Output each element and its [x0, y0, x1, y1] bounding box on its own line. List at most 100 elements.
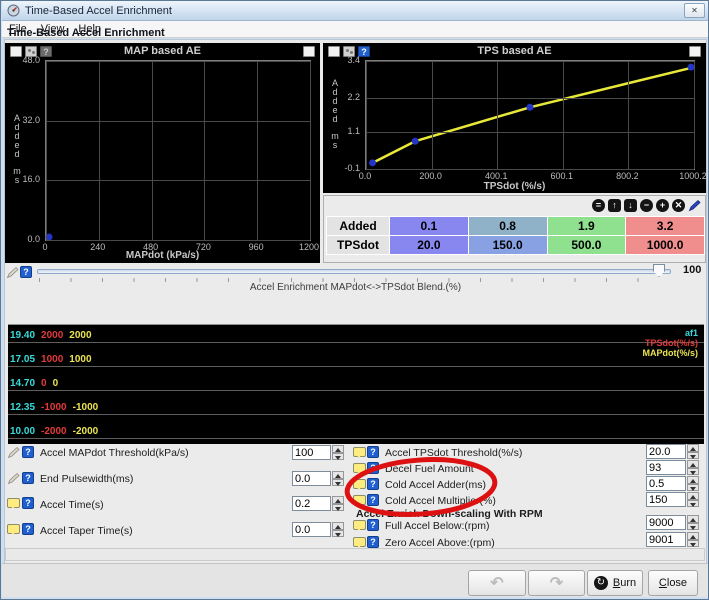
pencil-icon [7, 446, 20, 459]
help-icon[interactable]: ? [20, 266, 32, 278]
comment-bubble-icon [7, 498, 20, 508]
spinner[interactable] [687, 532, 699, 547]
help-icon[interactable]: ? [367, 478, 379, 490]
clear-icon[interactable]: ✕ [672, 199, 685, 212]
field-label: Accel TPSdot Threshold(%/s) [385, 447, 522, 459]
accel-taper-time-input[interactable] [292, 522, 331, 537]
chart-detach-icon[interactable] [303, 46, 315, 57]
accel-time-input[interactable] [292, 496, 331, 511]
blend-slider-track[interactable] [37, 269, 671, 274]
bin-cell[interactable]: 0.8 [469, 217, 547, 235]
rpm-scaling-header: Accel Enrich Down-scaling With RPM [356, 508, 543, 520]
spinner[interactable] [332, 445, 344, 460]
help-icon[interactable]: ? [367, 462, 379, 474]
graph-legend-af1: af1 [685, 328, 698, 338]
live-graph: 19.4020002000 17.0510001000 14.7000 12.3… [8, 324, 704, 444]
blend-slider-value: 100 [683, 264, 701, 276]
help-icon[interactable]: ? [367, 519, 379, 531]
end-pulsewidth-input[interactable] [292, 471, 331, 486]
bin-cell[interactable]: 3.2 [626, 217, 704, 235]
help-icon[interactable]: ? [22, 472, 34, 484]
plot-area[interactable] [365, 60, 695, 170]
pencil-icon [7, 472, 20, 485]
cold-accel-multiplier-input[interactable] [646, 492, 686, 507]
field-label: Accel Taper Time(s) [40, 525, 133, 537]
close-window-button[interactable]: ✕ [684, 3, 705, 18]
comment-bubble-icon [353, 463, 366, 473]
panel-caption: Time-Based Accel Enrichment [7, 27, 165, 39]
comment-bubble-icon [7, 524, 20, 534]
field-label: Accel MAPdot Threshold(kPa/s) [40, 447, 189, 459]
spinner[interactable] [332, 496, 344, 511]
blend-slider-label: Accel Enrichment MAPdot<->TPSdot Blend.(… [1, 282, 709, 293]
comment-bubble-icon [353, 479, 366, 489]
chart-title: MAP based AE [5, 45, 320, 57]
redo-icon: ↷ [550, 573, 563, 593]
field-label: Accel Time(s) [40, 499, 104, 511]
spinner[interactable] [332, 522, 344, 537]
field-label: End Pulsewidth(ms) [40, 473, 133, 485]
full-accel-below-input[interactable] [646, 515, 686, 530]
graph-scale-row: 19.4020002000 [10, 330, 98, 341]
pencil-icon [6, 266, 19, 279]
bin-cell[interactable]: 1000.0 [626, 236, 704, 254]
spinner[interactable] [687, 476, 699, 491]
help-icon[interactable]: ? [367, 446, 379, 458]
dialog-window: Time-Based Accel Enrichment ✕ File View … [0, 0, 709, 600]
chart-detach-icon[interactable] [689, 46, 701, 57]
graph-scale-row: 14.7000 [10, 378, 64, 389]
accel-tpsdot-threshold-input[interactable] [646, 444, 686, 459]
burn-label: Burn [613, 577, 636, 589]
spinner[interactable] [332, 471, 344, 486]
spinner[interactable] [687, 460, 699, 475]
bin-cell[interactable]: 0.1 [390, 217, 468, 235]
status-strip [5, 548, 705, 561]
x-axis-label: TPSdot (%/s) [323, 181, 706, 192]
comment-bubble-icon [353, 537, 366, 547]
close-button[interactable]: Close [648, 570, 698, 596]
burn-button[interactable]: ↻ Burn [587, 570, 643, 596]
bin-cell[interactable]: 1.9 [548, 217, 626, 235]
help-icon[interactable]: ? [22, 446, 34, 458]
help-icon[interactable]: ? [367, 494, 379, 506]
decrease-icon[interactable]: ↓ [624, 199, 637, 212]
graph-legend-tpsdot: TPSdot(%/s) [645, 338, 698, 348]
increase-icon[interactable]: ↑ [608, 199, 621, 212]
plus-icon[interactable]: + [656, 199, 669, 212]
decel-fuel-amount-input[interactable] [646, 460, 686, 475]
help-icon[interactable]: ? [367, 536, 379, 548]
plot-area[interactable] [45, 60, 311, 241]
title-bar[interactable]: Time-Based Accel Enrichment ✕ [2, 1, 709, 21]
field-label: Cold Accel Multiplier(%) [385, 495, 496, 507]
tps-bins-panel: = ↑ ↓ − + ✕ Added 0.1 0.8 1.9 3.2 TPSdot… [323, 195, 706, 263]
y-axis-label: Addedms [329, 79, 341, 150]
zero-accel-above-input[interactable] [646, 532, 686, 547]
accel-mapdot-threshold-input[interactable] [292, 445, 331, 460]
spinner[interactable] [687, 444, 699, 459]
help-icon[interactable]: ? [22, 523, 34, 535]
bin-cell[interactable]: 500.0 [548, 236, 626, 254]
undo-button[interactable]: ↶ [468, 570, 526, 596]
bins-toolbar: = ↑ ↓ − + ✕ [592, 199, 701, 212]
chart-title: TPS based AE [323, 45, 706, 57]
bins-table: Added 0.1 0.8 1.9 3.2 TPSdot 20.0 150.0 … [326, 216, 705, 255]
help-icon[interactable]: ? [22, 497, 34, 509]
burn-icon: ↻ [594, 576, 608, 590]
graph-scale-row: 12.35-1000-1000 [10, 402, 104, 413]
spinner[interactable] [687, 515, 699, 530]
bin-cell[interactable]: 150.0 [469, 236, 547, 254]
field-label: Full Accel Below:(rpm) [385, 520, 489, 532]
spinner[interactable] [687, 492, 699, 507]
bin-cell[interactable]: 20.0 [390, 236, 468, 254]
comment-bubble-icon [353, 447, 366, 457]
cold-accel-adder-input[interactable] [646, 476, 686, 491]
field-label: Cold Accel Adder(ms) [385, 479, 486, 491]
app-icon [7, 4, 20, 17]
pencil-icon[interactable] [688, 199, 701, 212]
equalize-icon[interactable]: = [592, 199, 605, 212]
minus-icon[interactable]: − [640, 199, 653, 212]
graph-legend-mapdot: MAPdot(%/s) [643, 348, 699, 358]
redo-button[interactable]: ↷ [528, 570, 585, 596]
window-title: Time-Based Accel Enrichment [25, 5, 172, 17]
undo-icon: ↶ [490, 573, 503, 593]
